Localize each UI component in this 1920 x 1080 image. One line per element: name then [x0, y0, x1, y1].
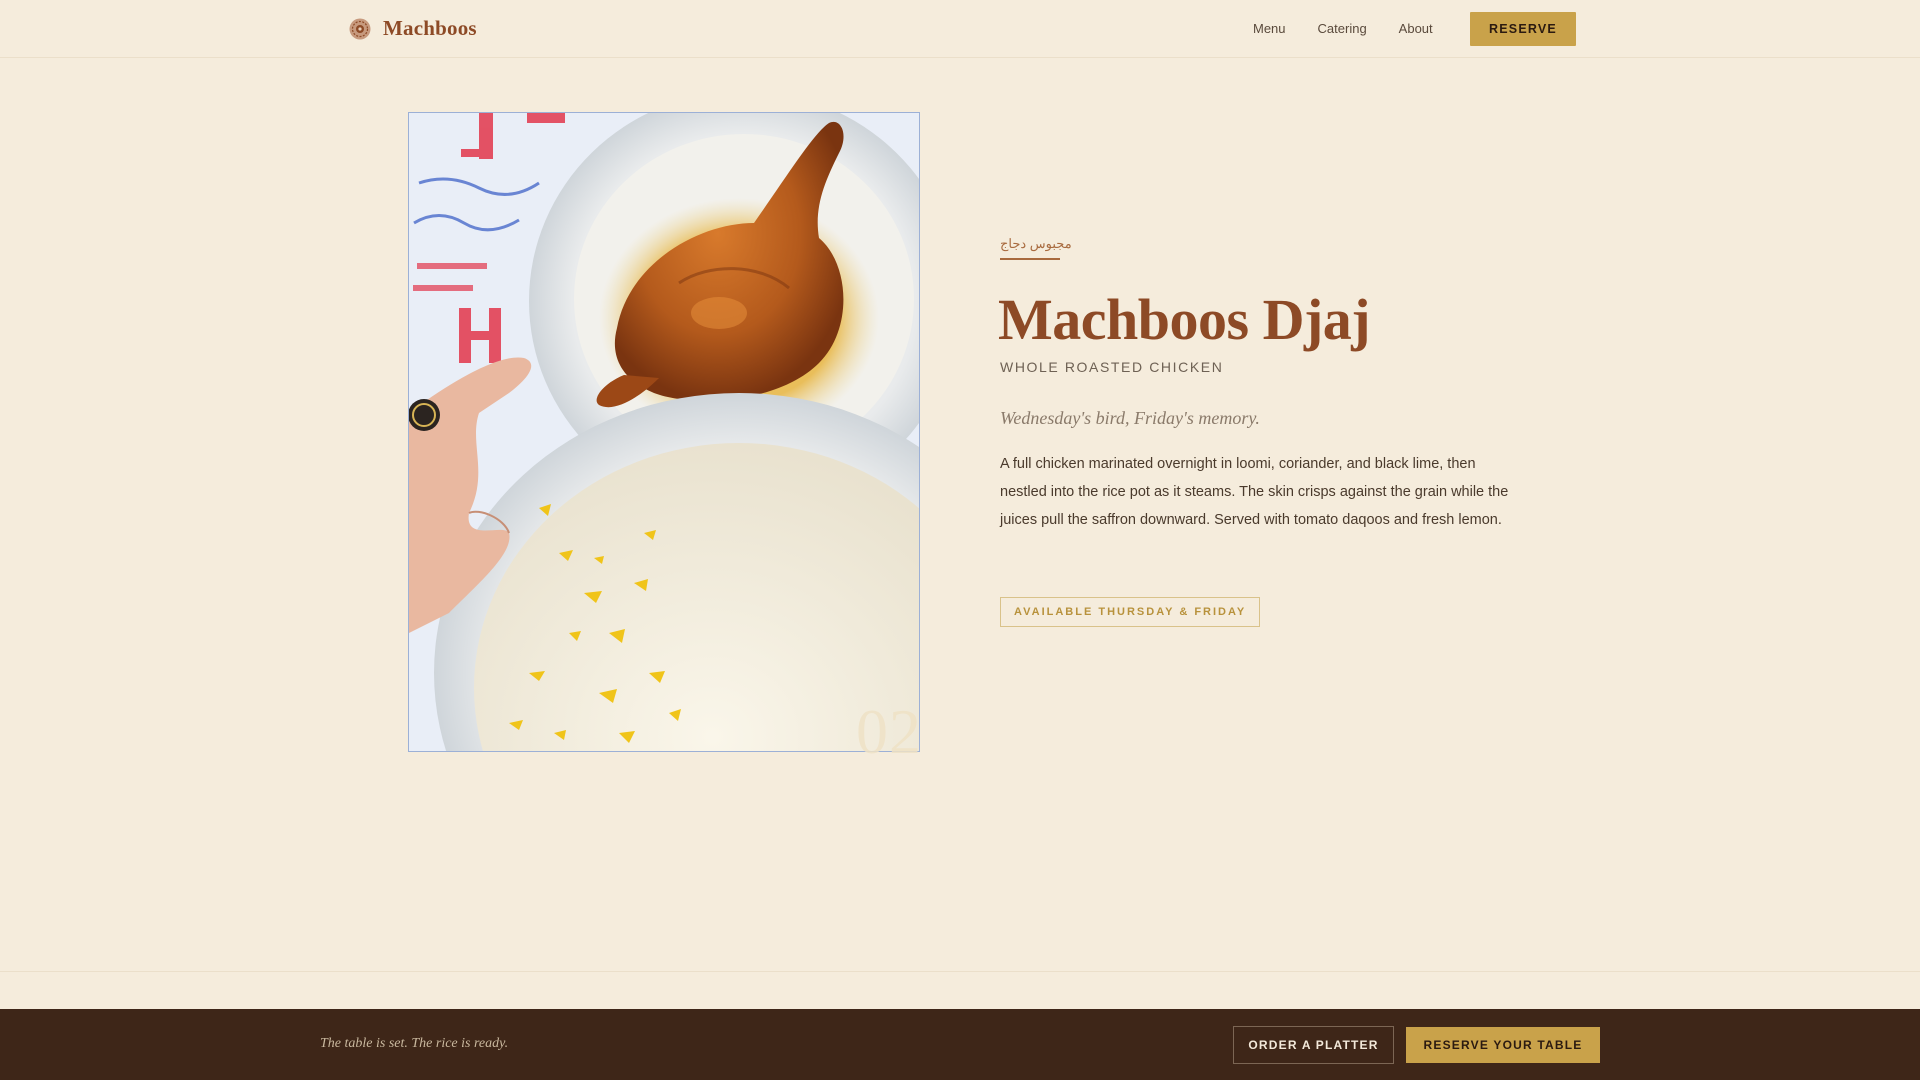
- arabic-name-underline: [1000, 258, 1060, 260]
- nav-about-link[interactable]: About: [1399, 20, 1433, 37]
- dish-description: A full chicken marinated overnight in lo…: [1000, 456, 1509, 528]
- dish-photo: [408, 112, 920, 752]
- dish-subtitle: WHOLE ROASTED CHICKEN: [1000, 359, 1224, 375]
- order-platter-button[interactable]: ORDER A PLATTER: [1233, 1026, 1394, 1064]
- dish-photo-illustration: [409, 113, 919, 751]
- dish-number: 02: [856, 696, 922, 767]
- site-header: Machboos Menu Catering About RESERVE: [0, 0, 1920, 58]
- nav-menu-link[interactable]: Menu: [1253, 20, 1286, 37]
- reserve-button[interactable]: RESERVE: [1470, 12, 1576, 46]
- footer-bar: The table is set. The rice is ready. ORD…: [0, 1009, 1920, 1080]
- dish-tagline: Wednesday's bird, Friday's memory.: [1000, 408, 1260, 428]
- brand-logo-link[interactable]: Machboos: [348, 16, 477, 41]
- brand-name: Machboos: [383, 16, 477, 40]
- rosette-logo-icon: [349, 18, 371, 39]
- main-nav: Menu Catering About: [1253, 20, 1465, 37]
- footer-divider: [0, 971, 1920, 972]
- availability-badge: AVAILABLE THURSDAY & FRIDAY: [1000, 597, 1261, 627]
- nav-catering-link[interactable]: Catering: [1318, 20, 1367, 37]
- dish-title: Machboos Djaj: [998, 287, 1371, 352]
- footer-tagline: The table is set. The rice is ready.: [320, 1036, 509, 1051]
- reserve-table-button[interactable]: RESERVE YOUR TABLE: [1406, 1027, 1600, 1063]
- dish-arabic-name: مجبوس دجاج: [1000, 236, 1072, 251]
